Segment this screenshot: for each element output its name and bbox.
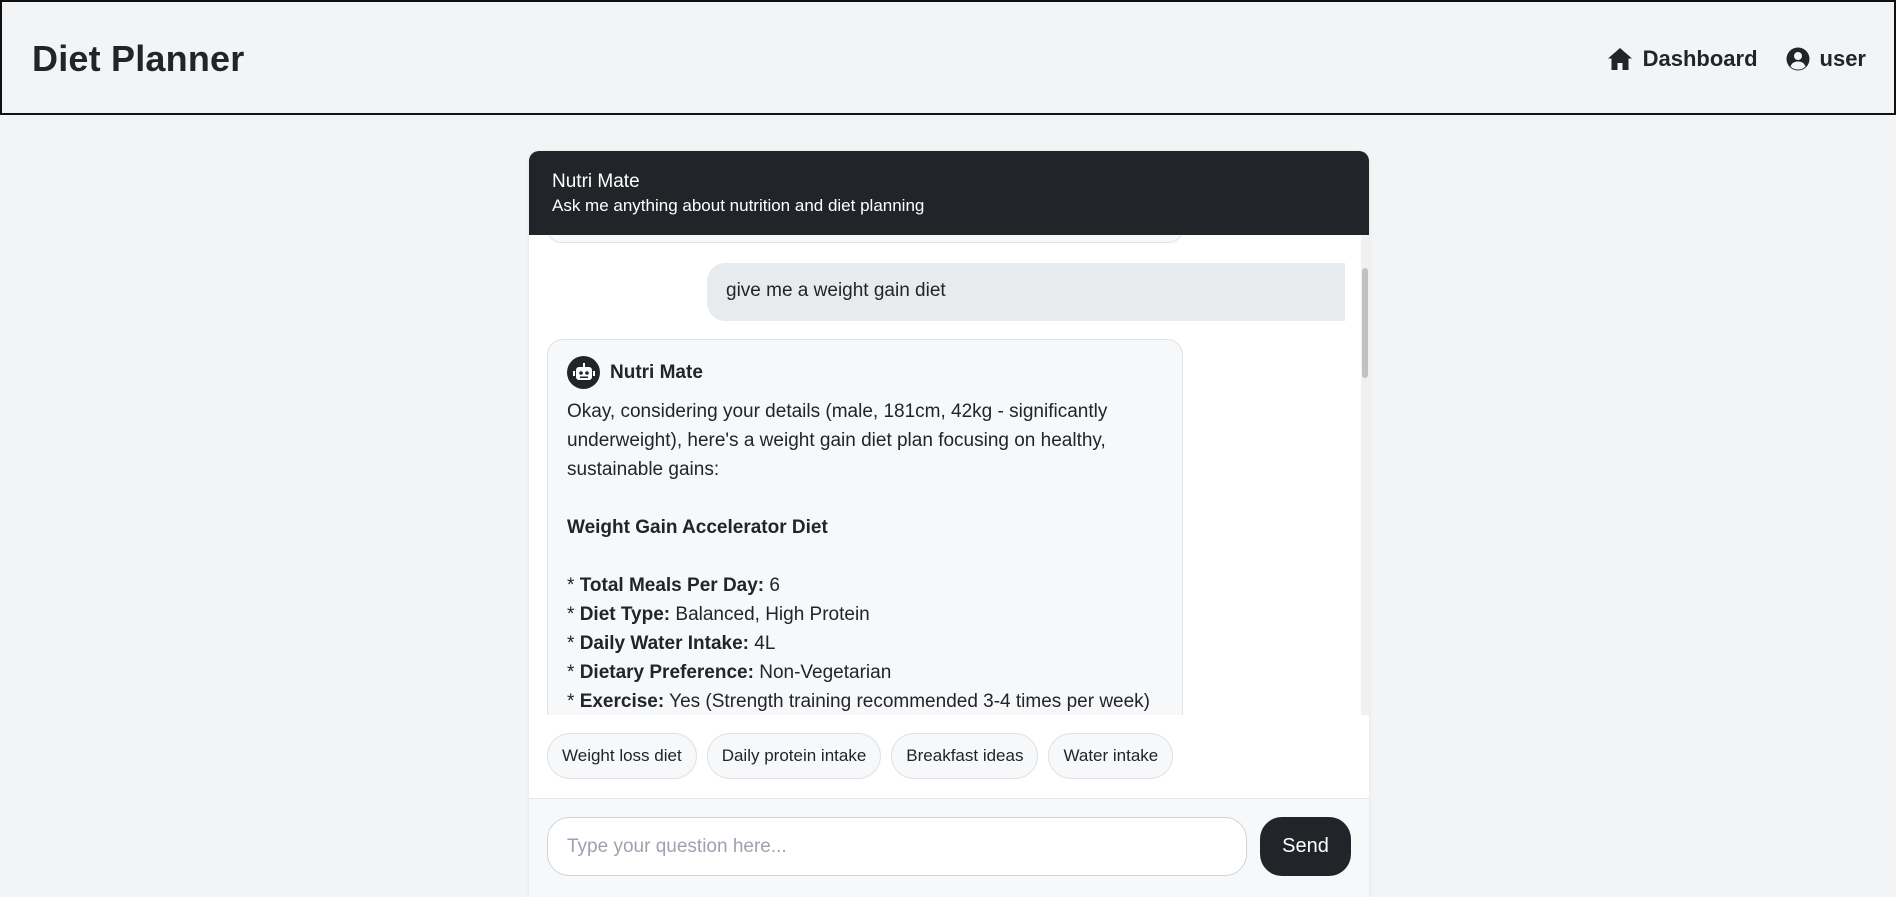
plan-item-value: 6 — [764, 575, 780, 596]
plan-item: * Dietary Preference: Non-Vegetarian — [567, 662, 892, 683]
plan-item-value: Non-Vegetarian — [753, 662, 892, 683]
user-circle-icon — [1786, 47, 1810, 71]
nav-dashboard-label: Dashboard — [1642, 46, 1758, 71]
plan-item-label: Exercise: — [579, 691, 665, 712]
messages-scrollbar-thumb[interactable] — [1362, 268, 1368, 378]
robot-icon — [567, 356, 600, 389]
bot-message-header: Nutri Mate — [567, 356, 1163, 389]
plan-item: * Total Meals Per Day: 6 — [567, 575, 780, 596]
nav-dashboard-link[interactable]: Dashboard — [1607, 46, 1758, 72]
chat-panel: Nutri Mate Ask me anything about nutriti… — [529, 151, 1369, 897]
send-button[interactable]: Send — [1260, 817, 1351, 876]
plan-item-label: Total Meals Per Day: — [579, 575, 765, 596]
plan-item-value: 4L — [748, 633, 776, 654]
nav-user-link[interactable]: user — [1786, 46, 1866, 72]
chat-input-area: Send — [529, 799, 1369, 897]
diet-plan-title: Weight Gain Accelerator Diet — [567, 517, 828, 538]
plan-item-label: Diet Type: — [579, 604, 671, 625]
bot-name: Nutri Mate — [610, 362, 703, 383]
quick-suggestions: Weight loss diet Daily protein intake Br… — [547, 733, 1174, 779]
plan-item: * Daily Water Intake: 4L — [567, 633, 776, 654]
messages-area[interactable]: give me a weight gain diet Nutri Mate Ok… — [529, 235, 1369, 715]
suggestion-water-intake[interactable]: Water intake — [1048, 733, 1174, 779]
plan-item-label: Dietary Preference: — [579, 662, 754, 683]
app-brand[interactable]: Diet Planner — [32, 38, 244, 80]
chat-title: Nutri Mate — [552, 171, 640, 192]
chat-subtitle: Ask me anything about nutrition and diet… — [552, 196, 925, 215]
plan-item-label: Daily Water Intake: — [579, 633, 749, 654]
top-navbar: Diet Planner Dashboard user — [0, 0, 1896, 115]
bot-intro-text: Okay, considering your details (male, 18… — [567, 401, 1108, 480]
home-icon — [1607, 47, 1633, 71]
previous-bot-message — [547, 235, 1183, 243]
chat-header: Nutri Mate Ask me anything about nutriti… — [529, 151, 1369, 235]
suggestion-breakfast-ideas[interactable]: Breakfast ideas — [891, 733, 1039, 779]
plan-item-value: Yes (Strength training recommended 3-4 t… — [664, 691, 1151, 712]
plan-item: * Exercise: Yes (Strength training recom… — [567, 691, 1151, 712]
suggestion-weight-loss-diet[interactable]: Weight loss diet — [547, 733, 697, 779]
plan-item: * Diet Type: Balanced, High Protein — [567, 604, 870, 625]
suggestion-daily-protein-intake[interactable]: Daily protein intake — [706, 733, 882, 779]
nav-user-label: user — [1819, 46, 1866, 71]
bot-message: Nutri Mate Okay, considering your detail… — [547, 339, 1183, 715]
question-input[interactable] — [547, 817, 1247, 876]
user-message: give me a weight gain diet — [707, 263, 1345, 321]
plan-item-value: Balanced, High Protein — [670, 604, 870, 625]
main-nav: Dashboard user — [1607, 46, 1866, 72]
